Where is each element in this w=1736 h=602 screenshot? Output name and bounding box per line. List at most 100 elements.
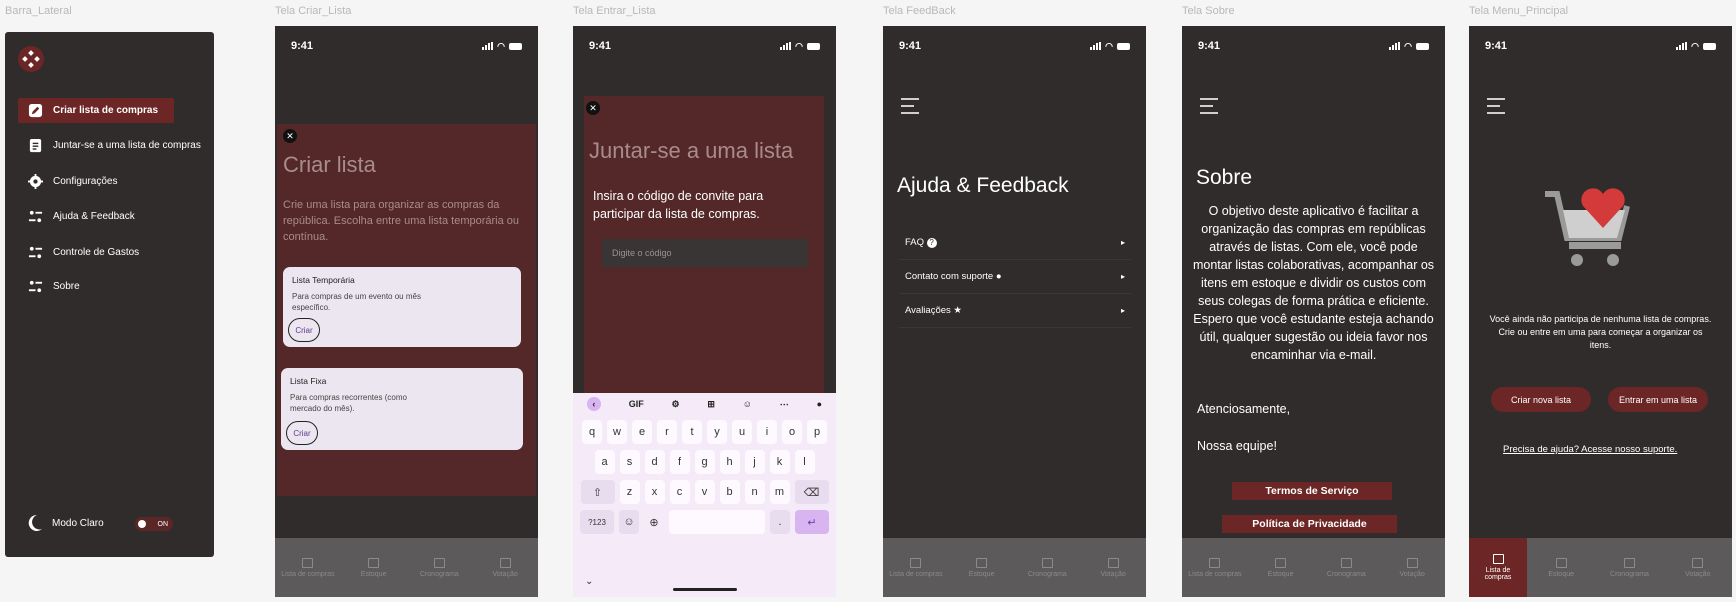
key-m[interactable]: m: [769, 480, 790, 504]
menu-icon[interactable]: [901, 98, 919, 119]
sidebar-item-ajuda[interactable]: Ajuda & Feedback: [18, 204, 135, 229]
calendar-icon: [1041, 557, 1053, 568]
modal-description: Crie uma lista para organizar as compras…: [283, 199, 520, 243]
key-v[interactable]: v: [694, 480, 715, 504]
more-icon[interactable]: ⋯: [780, 399, 789, 410]
key-d[interactable]: d: [644, 450, 665, 474]
list-icon: [302, 557, 314, 568]
signal-icon: [780, 42, 792, 50]
shift-key[interactable]: ⇧: [580, 480, 615, 504]
join-list-button[interactable]: Entrar em uma lista: [1608, 387, 1708, 412]
frame-label-criar: Tela Criar_Lista: [275, 5, 352, 17]
space-key[interactable]: [669, 510, 765, 534]
nav-cronograma[interactable]: Cronograma: [407, 538, 473, 597]
invite-code-input[interactable]: Digite o código: [602, 239, 808, 267]
mic-icon[interactable]: ●: [817, 399, 822, 409]
key-w[interactable]: w: [607, 420, 627, 444]
key-z[interactable]: z: [619, 480, 640, 504]
nav-cronograma[interactable]: Cronograma: [1314, 538, 1380, 597]
sliders-icon: [28, 280, 43, 293]
create-list-button[interactable]: Criar nova lista: [1491, 387, 1591, 412]
nav-estoque[interactable]: Estoque: [1248, 538, 1314, 597]
privacy-button[interactable]: Política de Privacidade: [1222, 515, 1397, 533]
sidebar-item-label: Controle de Gastos: [53, 247, 140, 258]
key-g[interactable]: g: [694, 450, 715, 474]
translate-icon[interactable]: ⊞: [707, 399, 715, 410]
enter-key[interactable]: ↵: [795, 510, 829, 534]
key-f[interactable]: f: [669, 450, 690, 474]
nav-votacao[interactable]: Votação: [1379, 538, 1445, 597]
ratings-row[interactable]: Avaliações ★ ▸: [899, 294, 1131, 328]
key-u[interactable]: u: [732, 420, 752, 444]
key-e[interactable]: e: [632, 420, 652, 444]
person-icon: ●: [995, 271, 1002, 282]
faq-row[interactable]: FAQ ? ▸: [899, 226, 1131, 260]
back-icon[interactable]: ‹: [586, 397, 601, 411]
nav-votacao[interactable]: Votação: [1664, 538, 1732, 597]
close-icon[interactable]: ✕: [586, 101, 600, 115]
key-r[interactable]: r: [657, 420, 677, 444]
key-i[interactable]: i: [757, 420, 777, 444]
settings-icon[interactable]: ⚙: [672, 399, 680, 410]
key-t[interactable]: t: [682, 420, 702, 444]
numbers-key[interactable]: ?123: [580, 510, 614, 534]
globe-key[interactable]: ⊕: [644, 510, 664, 534]
sidebar-item-config[interactable]: Configurações: [18, 169, 117, 194]
period-key[interactable]: .: [770, 510, 790, 534]
wifi-icon: ◠: [1691, 40, 1699, 51]
fixed-list-card[interactable]: Lista Fixa Para compras recorrentes (com…: [281, 368, 523, 450]
sidebar-item-sobre[interactable]: Sobre: [18, 274, 80, 299]
signal-icon: [1389, 42, 1401, 50]
light-mode-toggle[interactable]: ON: [135, 517, 173, 531]
nav-lista[interactable]: Lista de compras: [275, 538, 341, 597]
nav-estoque[interactable]: Estoque: [341, 538, 407, 597]
bottom-nav: Lista de compras Estoque Cronograma Vota…: [1469, 538, 1732, 597]
key-a[interactable]: a: [594, 450, 615, 474]
nav-lista[interactable]: Lista de compras: [883, 538, 949, 597]
screen-entrar-lista: 9:41 ◠ ✕ Juntar-se a uma lista Insira o …: [573, 26, 836, 597]
nav-estoque[interactable]: Estoque: [949, 538, 1015, 597]
key-b[interactable]: b: [719, 480, 740, 504]
key-x[interactable]: x: [644, 480, 665, 504]
nav-lista[interactable]: Lista de compras: [1469, 538, 1527, 597]
wifi-icon: ◠: [1105, 40, 1113, 51]
terms-button[interactable]: Termos de Serviço: [1232, 482, 1392, 500]
menu-icon[interactable]: [1200, 98, 1218, 119]
nav-estoque[interactable]: Estoque: [1527, 538, 1595, 597]
help-link[interactable]: Precisa de ajuda? Acesse nosso suporte.: [1503, 444, 1677, 455]
key-q[interactable]: q: [582, 420, 602, 444]
sliders-icon: [28, 210, 43, 223]
key-n[interactable]: n: [744, 480, 765, 504]
sidebar-item-label: Criar lista de compras: [53, 105, 159, 116]
nav-votacao[interactable]: Votação: [472, 538, 538, 597]
gif-button[interactable]: GIF: [629, 399, 644, 409]
key-o[interactable]: o: [782, 420, 802, 444]
sidebar-item-gastos[interactable]: Controle de Gastos: [18, 240, 139, 265]
sticker-icon[interactable]: ☺: [743, 399, 752, 409]
sidebar-item-criar[interactable]: Criar lista de compras: [18, 98, 174, 123]
pencil-icon: [28, 103, 43, 118]
support-row[interactable]: Contato com suporte ● ▸: [899, 260, 1131, 294]
temporary-list-card[interactable]: Lista Temporária Para compras de um even…: [283, 267, 521, 347]
key-l[interactable]: l: [794, 450, 815, 474]
sidebar-item-juntar[interactable]: Juntar-se a uma lista de compras: [18, 133, 201, 158]
backspace-key[interactable]: ⌫: [794, 480, 829, 504]
create-fixed-button[interactable]: Criar: [286, 421, 318, 445]
key-c[interactable]: c: [669, 480, 690, 504]
key-h[interactable]: h: [719, 450, 740, 474]
nav-votacao[interactable]: Votação: [1080, 538, 1146, 597]
key-y[interactable]: y: [707, 420, 727, 444]
close-icon[interactable]: ✕: [283, 129, 297, 143]
collapse-keyboard-icon[interactable]: ⌄: [585, 576, 593, 587]
nav-cronograma[interactable]: Cronograma: [1595, 538, 1663, 597]
status-time: 9:41: [1485, 40, 1508, 52]
menu-icon[interactable]: [1487, 98, 1505, 119]
nav-lista[interactable]: Lista de compras: [1182, 538, 1248, 597]
key-s[interactable]: s: [619, 450, 640, 474]
key-k[interactable]: k: [769, 450, 790, 474]
key-j[interactable]: j: [744, 450, 765, 474]
key-p[interactable]: p: [807, 420, 827, 444]
emoji-key[interactable]: ☺: [619, 510, 639, 534]
nav-cronograma[interactable]: Cronograma: [1015, 538, 1081, 597]
create-temporary-button[interactable]: Criar: [288, 318, 320, 342]
